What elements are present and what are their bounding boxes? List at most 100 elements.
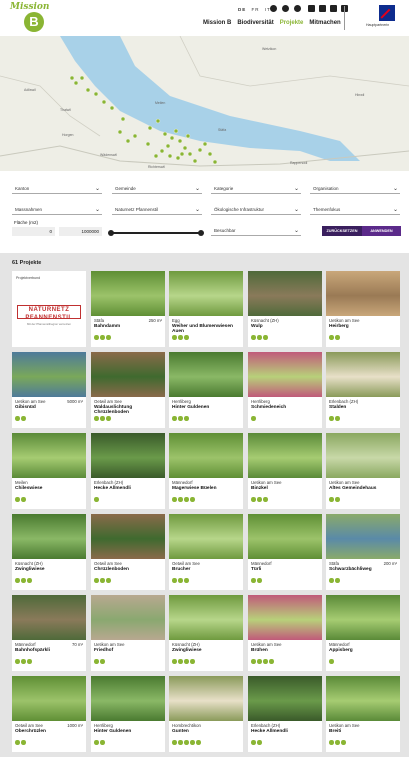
project-card[interactable]: Männedorf Appisberg [326,595,400,671]
project-name: Schwarzbächliweg [329,567,372,572]
project-card[interactable]: Oetwil am See Brucher [169,514,243,590]
project-location: Oetwil am See [15,723,43,728]
project-photo [91,271,165,316]
project-card[interactable]: Männedorf Türli [248,514,322,590]
project-card-naturnetz[interactable]: Projektverbund NATURNETZ PFANNENSTIL Mit d… [12,271,86,347]
category-icon [257,659,262,664]
project-location: Oetwil am See [172,561,200,566]
facebook-icon[interactable] [270,5,277,12]
project-card[interactable]: Stäfa 250 m² Bahndamm [91,271,165,347]
project-card[interactable]: Uetikon am See Brühen [248,595,322,671]
project-map[interactable]: Adliswil Thalwil Wädenswil Meilen Stäfa … [0,36,409,171]
project-photo [91,352,165,397]
project-card[interactable]: Uetikon am See Heirberg [326,271,400,347]
filter-kanton[interactable]: Kanton ⌄ [12,184,102,194]
project-card[interactable]: Erlenbach (ZH) Hecke Allmendli [91,433,165,509]
project-card[interactable]: Erlenbach (ZH) Stalden [326,352,400,428]
project-card[interactable]: Uetikon am See Binzkel [248,433,322,509]
filter-kategorie[interactable]: Kategorie ⌄ [211,184,301,194]
map-label-meilen: Meilen [155,101,165,105]
project-card[interactable]: Erlenbach (ZH) Hecke Allmendli [248,676,322,752]
project-card[interactable]: Egg Weiher und Blumenwiesen Auen [169,271,243,347]
main-nav: Mission B Biodiversität Projekte Mitmach… [203,20,341,26]
chevron-down-icon: ⌄ [392,186,398,192]
project-photo [248,514,322,559]
nav-projekte[interactable]: Projekte [280,20,304,26]
project-card[interactable]: Männedorf Magerwiese Büelen [169,433,243,509]
lang-de[interactable]: DE [238,7,246,12]
reset-button[interactable]: ZURÜCKSETZEN [322,226,362,236]
project-card[interactable]: Küsnacht (ZH) Zwingliwiese [12,514,86,590]
youtube-icon[interactable] [294,5,301,12]
project-categories [94,335,111,340]
filter-infrastruktur[interactable]: Ökologische Infrastruktur ⌄ [211,205,301,215]
project-photo [326,352,400,397]
filter-besuchbar[interactable]: Besuchbar ⌄ [211,226,301,236]
project-card[interactable]: Oetwil am See Waldauslichtung Chrüzlenbod… [91,352,165,428]
project-card[interactable]: Oetwil am See 1000 m² Oberchrüzlen [12,676,86,752]
area-min-input[interactable]: 0 [12,227,55,236]
project-location: Uetikon am See [251,642,282,647]
project-card[interactable]: Herrliberg Schmiedeneich [248,352,322,428]
project-categories [251,740,262,745]
project-card[interactable]: Oetwil am See Chrüzlenboden [91,514,165,590]
project-card[interactable]: Meilen Chileswiese [12,433,86,509]
project-card[interactable]: Küsnacht (ZH) Zwingliwiese [169,595,243,671]
nav-mitmachen[interactable]: Mitmachen [309,20,340,26]
filter-gemeinde[interactable]: Gemeinde ⌄ [112,184,202,194]
area-range-slider[interactable] [108,230,204,236]
category-icon [190,659,195,664]
project-card[interactable]: Uetikon am See 5000 m² Gibisnüd [12,352,86,428]
filter-naturnetz[interactable]: Naturnetz Pfannenstil ⌄ [112,205,202,215]
category-icon [15,659,20,664]
project-photo [169,595,243,640]
filter-massnahmen-label: Massnahmen [15,207,43,212]
category-icon [251,416,256,421]
category-icon [27,659,32,664]
category-icon [263,335,268,340]
project-card[interactable]: Herrliberg Hinter Guldenen [91,676,165,752]
apply-button[interactable]: ANWENDEN [362,226,401,236]
project-categories [329,416,340,421]
mail-icon[interactable] [319,5,326,12]
category-icon [190,740,195,745]
project-card[interactable]: Hombrechtikon Gunten [169,676,243,752]
project-card[interactable]: Küsnacht (ZH) Wulp [248,271,322,347]
project-name: Hecke Allmendli [94,486,131,491]
axa-logo[interactable] [379,5,395,21]
project-location: Männedorf [15,642,36,647]
project-card[interactable]: Männedorf 70 m² Bahnhofspärkli [12,595,86,671]
category-icon [184,659,189,664]
bag-icon[interactable] [330,5,337,12]
filter-themenfokus[interactable]: Themenfokus ⌄ [310,205,400,215]
user-icon[interactable] [308,5,315,12]
filter-massnahmen[interactable]: Massnahmen ⌄ [12,205,102,215]
category-icon [178,740,183,745]
category-icon [251,335,256,340]
project-card[interactable]: Uetikon am See Breiti [326,676,400,752]
project-photo [169,271,243,316]
category-icon [100,740,105,745]
project-card[interactable]: Uetikon am See Friedhof [91,595,165,671]
mission-b-logo[interactable]: Mission B [10,2,49,34]
instagram-icon[interactable] [282,5,289,12]
area-max-input[interactable]: 1000000 [59,227,102,236]
nav-biodiversitaet[interactable]: Biodiversität [237,20,273,26]
project-card[interactable]: Uetikon am See Altes Gemeindehaus [326,433,400,509]
project-card[interactable]: Herrliberg Hinter Guldenen [169,352,243,428]
project-photo [248,676,322,721]
chevron-down-icon: ⌄ [293,186,299,192]
category-icon [21,659,26,664]
area-label: Fläche (m2) [14,220,39,225]
projects-count: 61 Projekte [12,260,42,266]
nav-mission-b[interactable]: Mission B [203,20,231,26]
filter-organisation[interactable]: Organisation ⌄ [310,184,400,194]
lang-fr[interactable]: FR [252,7,260,12]
project-location: Meilen [15,480,28,485]
project-area: 70 m² [72,642,83,647]
project-categories [94,740,105,745]
project-photo [12,595,86,640]
map-canvas[interactable]: Adliswil Thalwil Wädenswil Meilen Stäfa … [0,36,409,171]
project-categories [329,659,334,664]
project-card[interactable]: Stäfa 200 m² Schwarzbächliweg [326,514,400,590]
